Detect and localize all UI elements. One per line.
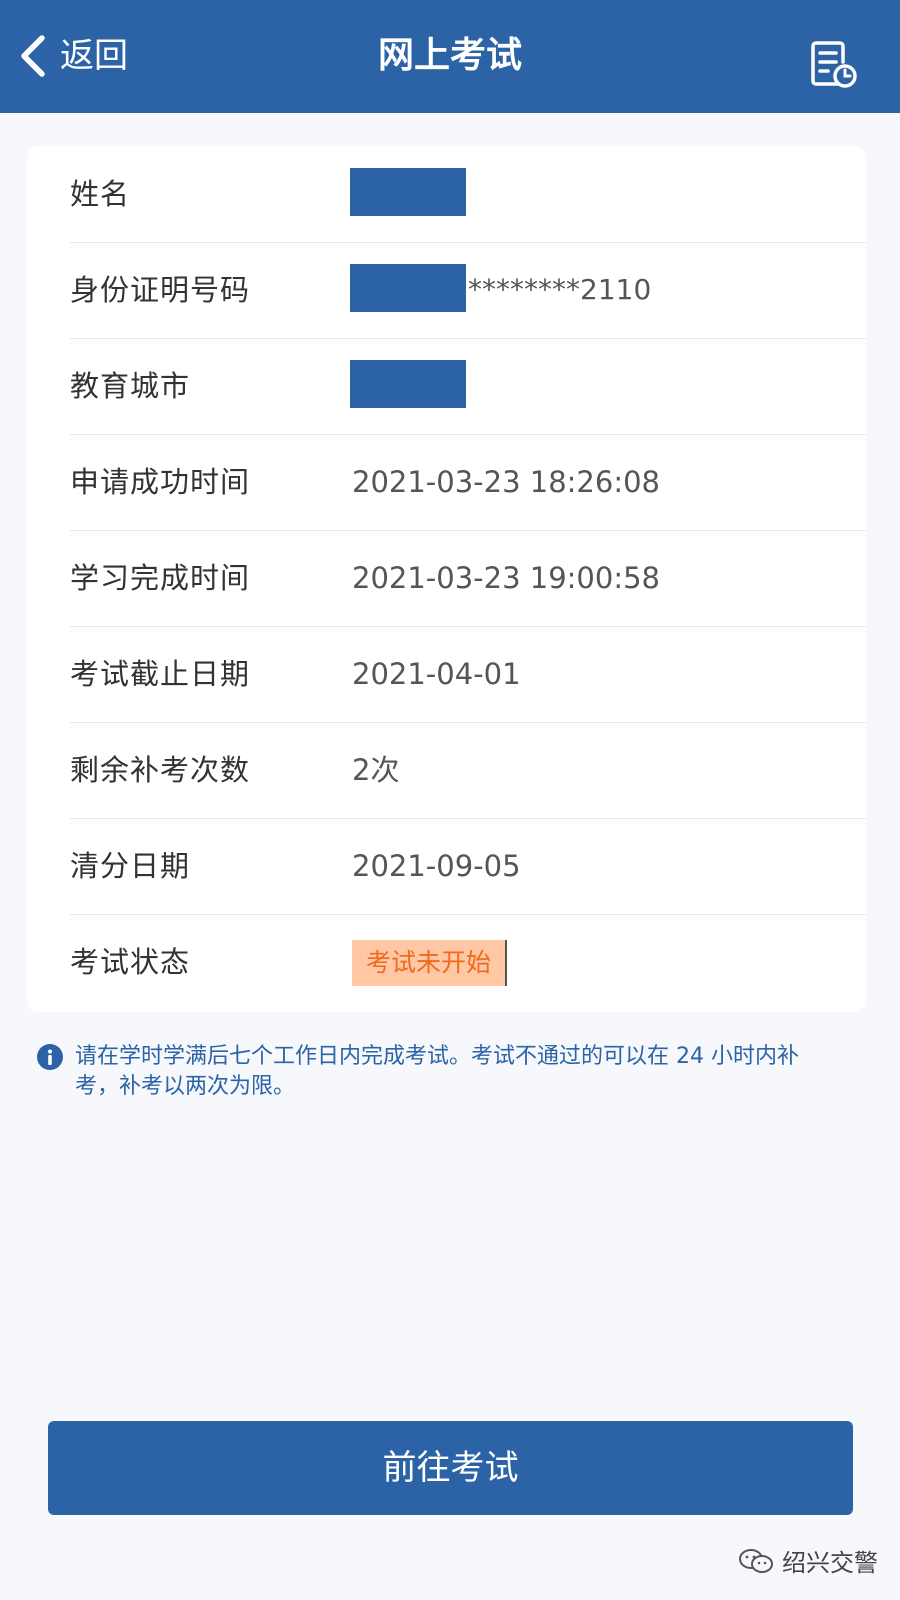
info-value: 2021-09-05 [352, 849, 521, 883]
go-to-exam-button[interactable]: 前往考试 [48, 1421, 853, 1515]
info-row-exam-deadline: 考试截止日期 2021-04-01 [70, 626, 866, 723]
info-label: 教育城市 [70, 369, 191, 403]
redaction-block [350, 264, 466, 312]
info-value: 2021-03-23 19:00:58 [352, 561, 660, 595]
notice-text: 请在学时学满后七个工作日内完成考试。考试不通过的可以在 24 小时内补考，补考以… [75, 1044, 799, 1099]
top-nav-bar: 返回 网上考试 [0, 0, 900, 113]
page-title: 网上考试 [377, 35, 522, 76]
info-row-exam-status: 考试状态 考试未开始 [70, 914, 866, 1010]
info-row-apply-time: 申请成功时间 2021-03-23 18:26:08 [70, 434, 866, 531]
redaction-block [350, 168, 466, 216]
redaction-block [350, 360, 466, 408]
watermark-text: 绍兴交警 [782, 1549, 878, 1577]
info-label: 申请成功时间 [70, 465, 251, 499]
info-row-clear-date: 清分日期 2021-09-05 [70, 818, 866, 915]
info-row-id-number: 身份证明号码 ********2110 [70, 242, 866, 339]
id-number-value: ********2110 [468, 273, 652, 306]
info-row-study-complete-time: 学习完成时间 2021-03-23 19:00:58 [70, 530, 866, 627]
info-label: 清分日期 [70, 849, 191, 883]
info-label: 身份证明号码 [70, 273, 251, 307]
watermark: 绍兴交警 [738, 1543, 878, 1578]
info-label: 考试状态 [70, 945, 191, 979]
wechat-icon [739, 1548, 773, 1573]
exam-notice: 请在学时学满后七个工作日内完成考试。考试不通过的可以在 24 小时内补考，补考以… [37, 1042, 837, 1102]
info-label: 剩余补考次数 [70, 753, 251, 787]
info-value: 2次 [352, 753, 400, 787]
info-row-remaining-retakes: 剩余补考次数 2次 [70, 722, 866, 819]
info-value: 2021-04-01 [352, 657, 521, 691]
info-label: 姓名 [70, 177, 131, 211]
info-label: 考试截止日期 [70, 657, 251, 691]
exam-record-button[interactable] [808, 40, 858, 90]
exam-record-icon [811, 41, 857, 88]
info-row-education-city: 教育城市 [70, 338, 866, 435]
info-label: 学习完成时间 [70, 561, 251, 595]
exam-info-card: 姓名 身份证明号码 ********2110 教育城市 申请成功时间 2021-… [27, 146, 866, 1012]
info-row-name: 姓名 [70, 146, 866, 243]
info-value: 2021-03-23 18:26:08 [352, 465, 660, 499]
info-icon [37, 1044, 63, 1070]
status-badge: 考试未开始 [352, 940, 508, 986]
